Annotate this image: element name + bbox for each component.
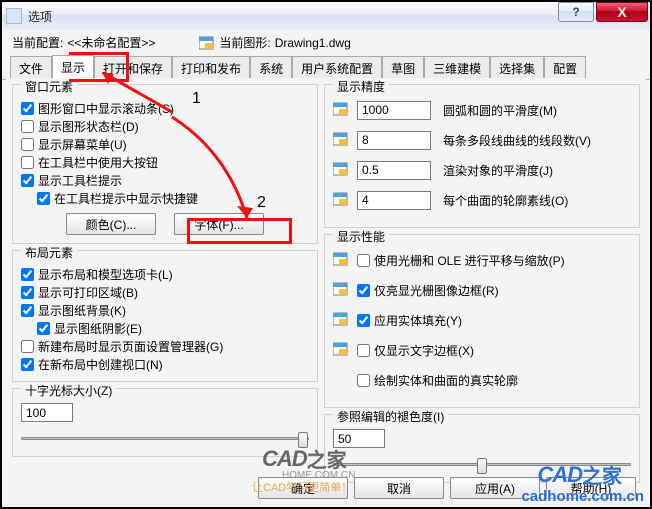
profile-value: <<未命名配置>> [67,34,155,51]
chk-screenmenu[interactable] [21,138,34,151]
crosshair-input[interactable] [21,403,73,422]
chk-silhouette[interactable] [357,374,370,387]
dwg-icon [333,251,351,269]
drawing-value: Drawing1.dwg [275,36,351,50]
fade-input[interactable] [333,429,385,448]
lbl-raster-frame: 仅亮显光栅图像边框(R) [374,282,499,299]
lbl-pagesetup: 新建布局时显示页面设置管理器(G) [38,338,223,355]
chk-printable[interactable] [21,286,34,299]
chk-viewport[interactable] [21,358,34,371]
tabs: 文件 显示 打开和保存 打印和发布 系统 用户系统配置 草图 三维建模 选择集 … [2,55,650,80]
lbl-statusbar: 显示图形状态栏(D) [38,118,139,135]
lbl-layouttabs: 显示布局和模型选项卡(L) [38,266,173,283]
legend-fade: 参照编辑的褪色度(I) [333,408,448,425]
tab-profiles[interactable]: 配置 [544,56,586,80]
group-layout-elements: 布局元素 显示布局和模型选项卡(L) 显示可打印区域(B) 显示图纸背景(K) … [12,250,318,382]
legend-precision: 显示精度 [333,78,389,95]
crosshair-slider[interactable] [21,428,309,448]
lbl-tooltips: 显示工具栏提示 [38,172,122,189]
chk-solid-fill[interactable] [357,314,370,327]
legend-window: 窗口元素 [21,78,77,95]
legend-crosshair: 十字光标大小(Z) [21,382,116,399]
lbl-paperbg: 显示图纸背景(K) [38,302,126,319]
fade-slider[interactable] [333,454,631,474]
chk-layouttabs[interactable] [21,268,34,281]
colors-button[interactable]: 颜色(C)... [66,213,156,235]
render-smoothness-input[interactable] [357,161,431,180]
tab-userprefs[interactable]: 用户系统配置 [292,56,382,80]
group-precision: 显示精度 圆弧和圆的平滑度(M) 每条多段线曲线的线段数(V) 渲染对象的平滑度… [324,84,640,228]
dwg-icon [333,101,351,119]
dwg-icon [333,311,351,329]
chk-paperbg[interactable] [21,304,34,317]
tab-opensave[interactable]: 打开和保存 [94,56,172,80]
group-fade: 参照编辑的褪色度(I) [324,414,640,483]
lbl-papershadow: 显示图纸阴影(E) [54,320,142,337]
lbl-largebtn: 在工具栏中使用大按钮 [38,154,158,171]
chk-shortcuts[interactable] [37,192,50,205]
chk-statusbar[interactable] [21,120,34,133]
contour-lines-input[interactable] [357,191,431,210]
tab-selection[interactable]: 选择集 [490,56,544,80]
tab-3dmodeling[interactable]: 三维建模 [424,56,490,80]
legend-layout: 布局元素 [21,244,77,261]
chk-largebtn[interactable] [21,156,34,169]
lbl-raster-ole: 使用光栅和 OLE 进行平移与缩放(P) [374,252,565,269]
legend-performance: 显示性能 [333,228,389,245]
sysmenu-icon[interactable] [6,8,22,24]
tab-files[interactable]: 文件 [10,56,52,80]
arc-smoothness-input[interactable] [357,101,431,120]
arc-smoothness-label: 圆弧和圆的平滑度(M) [443,102,557,119]
ok-button[interactable]: 确定 [258,477,348,499]
lbl-silhouette: 绘制实体和曲面的真实轮廓 [374,372,518,389]
polyline-segments-label: 每条多段线曲线的线段数(V) [443,132,591,149]
profile-label: 当前配置: [12,34,63,51]
lbl-scrollbars: 图形窗口中显示滚动条(S) [38,100,174,117]
lbl-printable: 显示可打印区域(B) [38,284,138,301]
lbl-viewport: 在新布局中创建视口(N) [38,356,163,373]
group-crosshair: 十字光标大小(Z) [12,388,318,457]
group-performance: 显示性能 使用光栅和 OLE 进行平移与缩放(P) 仅亮显光栅图像边框(R) 应… [324,234,640,408]
dwg-icon [333,281,351,299]
help-button[interactable]: 帮助(H) [546,477,636,499]
tab-plot[interactable]: 打印和发布 [172,56,250,80]
drawing-label: 当前图形: [219,34,270,51]
dwg-icon [333,131,351,149]
dwg-icon [333,341,351,359]
chk-pagesetup[interactable] [21,340,34,353]
polyline-segments-input[interactable] [357,131,431,150]
contour-lines-label: 每个曲面的轮廓素线(O) [443,192,568,209]
group-window-elements: 窗口元素 图形窗口中显示滚动条(S) 显示图形状态栏(D) 显示屏幕菜单(U) … [12,84,318,244]
chk-raster-frame[interactable] [357,284,370,297]
dwg-icon [333,191,351,209]
tab-display[interactable]: 显示 [52,55,94,79]
chk-raster-ole[interactable] [357,254,370,267]
lbl-shortcuts: 在工具栏提示中显示快捷键 [54,190,198,207]
render-smoothness-label: 渲染对象的平滑度(J) [443,162,553,179]
lbl-text-boundary: 仅显示文字边框(X) [374,342,474,359]
apply-button[interactable]: 应用(A) [450,477,540,499]
dwg-icon [199,35,215,51]
close-button[interactable]: X [596,2,648,22]
chk-tooltips[interactable] [21,174,34,187]
window-title: 选项 [28,8,52,25]
help-button[interactable]: ? [558,2,594,22]
cancel-button[interactable]: 取消 [354,477,444,499]
chk-text-boundary[interactable] [357,344,370,357]
chk-papershadow[interactable] [37,322,50,335]
lbl-screenmenu: 显示屏幕菜单(U) [38,136,127,153]
fonts-button[interactable]: 字体(F)... [174,213,264,235]
tab-system[interactable]: 系统 [250,56,292,80]
chk-scrollbars[interactable] [21,102,34,115]
dwg-icon [333,161,351,179]
lbl-solid-fill: 应用实体填充(Y) [374,312,462,329]
tab-drafting[interactable]: 草图 [382,56,424,80]
